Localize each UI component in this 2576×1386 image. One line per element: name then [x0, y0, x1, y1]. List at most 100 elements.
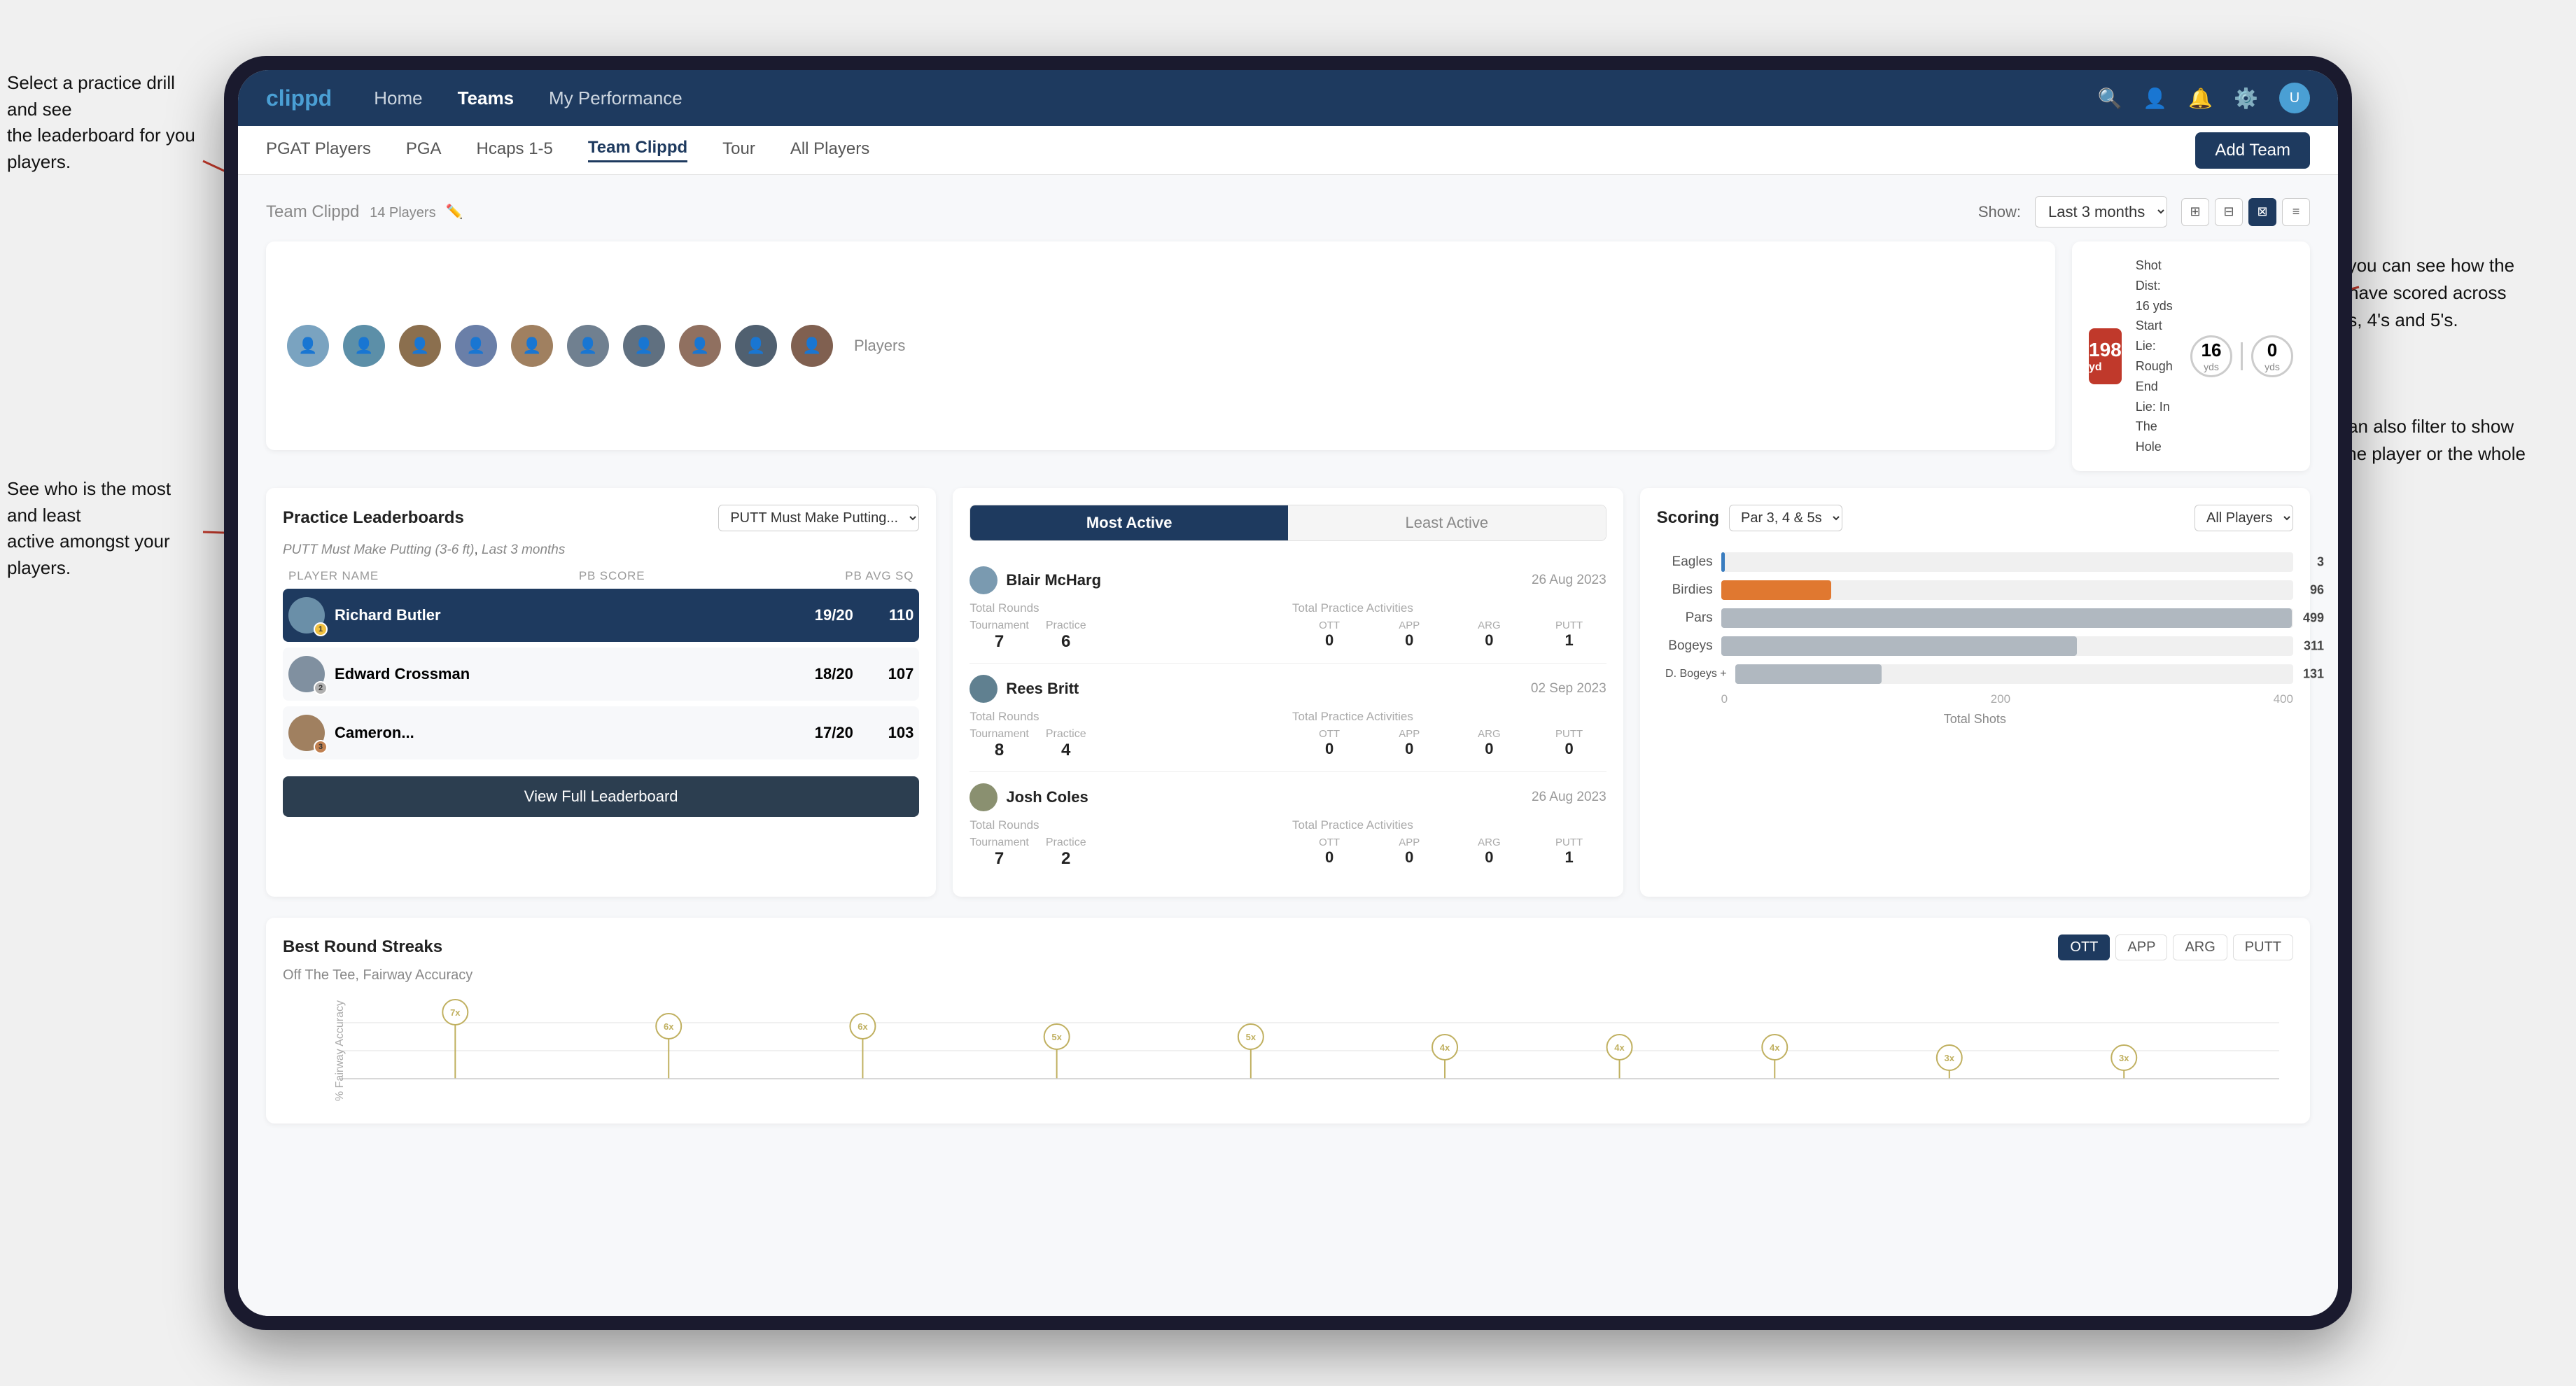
activity-player-2: Rees Britt 02 Sep 2023 Total Rounds Tour… [969, 664, 1606, 772]
view-leaderboard-button[interactable]: View Full Leaderboard [283, 776, 919, 817]
svg-text:3x: 3x [1945, 1053, 1955, 1063]
svg-text:4x: 4x [1440, 1042, 1450, 1053]
user-icon[interactable]: 👤 [2143, 87, 2167, 110]
par-filter[interactable]: Par 3, 4 & 5s [1729, 505, 1842, 531]
player-avatar-4[interactable]: 👤 [455, 325, 497, 367]
player-avatar-3[interactable]: 👤 [399, 325, 441, 367]
leaderboard-cols: PLAYER NAME PB SCORE PB AVG SQ [283, 569, 919, 583]
tab-most-active[interactable]: Most Active [970, 505, 1288, 540]
show-label: Show: [1978, 203, 2021, 221]
practice-activities-label: Total Practice Activities [1292, 601, 1606, 615]
col-score: PB SCORE [579, 569, 645, 583]
view-list[interactable]: ≡ [2282, 198, 2310, 226]
practice-col-2: Practice 4 [1046, 728, 1086, 760]
arg-col: ARG 0 [1452, 620, 1526, 650]
bar-row-eagles: Eagles 3 [1657, 552, 2293, 572]
leaderboard-row-2[interactable]: 2 Edward Crossman 18/20 107 [283, 648, 919, 701]
filter-ott[interactable]: OTT [2058, 934, 2110, 960]
nav-link-performance[interactable]: My Performance [549, 88, 682, 109]
shot-image: 198 yd [2089, 328, 2122, 384]
total-shots-label: Total Shots [1657, 712, 2293, 727]
subnav-pga[interactable]: PGA [406, 139, 442, 162]
add-team-button[interactable]: Add Team [2195, 132, 2310, 169]
bar-track-pars: 499 [1721, 608, 2293, 628]
col-avg: PB AVG SQ [845, 569, 913, 583]
bell-icon[interactable]: 🔔 [2188, 87, 2213, 110]
bronze-badge: 3 [314, 740, 328, 754]
bar-fill-bogeys [1721, 636, 2077, 656]
activity-card: Most Active Least Active Blair McHarg 26… [953, 488, 1623, 897]
activity-player-2-date: 02 Sep 2023 [1531, 681, 1606, 696]
streaks-chart-container: 7x 6x 6x 5x [339, 995, 2279, 1107]
subnav-all-players[interactable]: All Players [790, 139, 869, 162]
player-avatar-2[interactable]: 👤 [343, 325, 385, 367]
player-avatar-5[interactable]: 👤 [511, 325, 553, 367]
player-avatar-6[interactable]: 👤 [567, 325, 609, 367]
leaderboard-row-1[interactable]: 1 Richard Butler 19/20 110 [283, 589, 919, 642]
nav-link-teams[interactable]: Teams [458, 88, 514, 109]
edit-icon[interactable]: ✏️ [446, 203, 463, 220]
svg-text:7x: 7x [450, 1007, 461, 1018]
tablet-screen: clippd Home Teams My Performance 🔍 👤 🔔 ⚙… [238, 70, 2338, 1316]
shot-circles: 16 yds 0 yds [2190, 335, 2293, 377]
player-avatar-8[interactable]: 👤 [679, 325, 721, 367]
leaderboard-row-3[interactable]: 3 Cameron... 17/20 103 [283, 706, 919, 760]
players-row: 👤 👤 👤 👤 👤 👤 👤 👤 👤 👤 Players [266, 241, 2055, 450]
ott-col-3: OTT 0 [1292, 836, 1366, 867]
filter-arg[interactable]: ARG [2173, 934, 2227, 960]
subnav-hcaps[interactable]: Hcaps 1-5 [477, 139, 553, 162]
bar-track-bogeys: 311 [1721, 636, 2293, 656]
practice-col-3: Practice 2 [1046, 836, 1086, 869]
total-rounds-group-3: Total Rounds Tournament 7 Practice 2 [969, 818, 1284, 869]
player-1-name: Richard Butler [335, 606, 796, 624]
drill-subtitle: PUTT Must Make Putting (3-6 ft), Last 3 … [283, 542, 919, 558]
show-select[interactable]: Last 3 months [2035, 196, 2167, 227]
total-rounds-values: Tournament 7 Practice 6 [969, 620, 1284, 652]
bar-label-pars: Pars [1657, 610, 1713, 626]
filter-putt[interactable]: PUTT [2233, 934, 2293, 960]
svg-text:3x: 3x [2119, 1053, 2129, 1063]
player-avatar-10[interactable]: 👤 [791, 325, 833, 367]
bar-fill-dbogeys [1735, 664, 1882, 684]
subnav-tour[interactable]: Tour [722, 139, 755, 162]
subnav: PGAT Players PGA Hcaps 1-5 Team Clippd T… [238, 126, 2338, 175]
streaks-filters: OTT APP ARG PUTT [2058, 934, 2293, 960]
avatar[interactable]: U [2279, 83, 2310, 113]
activity-player-2-header: Rees Britt 02 Sep 2023 [969, 675, 1606, 703]
tablet-frame: clippd Home Teams My Performance 🔍 👤 🔔 ⚙… [224, 56, 2352, 1330]
bar-label-eagles: Eagles [1657, 554, 1713, 570]
arg-col-3: ARG 0 [1452, 836, 1526, 867]
view-grid-small[interactable]: ⊞ [2181, 198, 2209, 226]
svg-text:4x: 4x [1770, 1042, 1780, 1053]
view-grid-large[interactable]: ⊠ [2248, 198, 2276, 226]
settings-icon[interactable]: ⚙️ [2234, 87, 2258, 110]
app-col: APP 0 [1372, 620, 1446, 650]
players-filter[interactable]: All Players [2194, 505, 2293, 531]
bar-track-dbogeys: 131 [1735, 664, 2293, 684]
shot-circle-left: 16 yds [2190, 335, 2232, 377]
filter-app[interactable]: APP [2115, 934, 2167, 960]
app-col-3: APP 0 [1372, 836, 1446, 867]
player-avatar-9[interactable]: 👤 [735, 325, 777, 367]
activity-player-3: Josh Coles 26 Aug 2023 Total Rounds Tour… [969, 772, 1606, 880]
putt-col-3: PUTT 1 [1532, 836, 1606, 867]
subnav-team-clippd[interactable]: Team Clippd [588, 138, 687, 162]
tab-least-active[interactable]: Least Active [1288, 505, 1606, 540]
bar-fill-eagles [1721, 552, 1725, 572]
activity-player-1: Blair McHarg 26 Aug 2023 Total Rounds To… [969, 555, 1606, 664]
streaks-section: Best Round Streaks OTT APP ARG PUTT Off … [266, 918, 2310, 1124]
bar-label-bogeys: Bogeys [1657, 638, 1713, 654]
tournament-col: Tournament 7 [969, 620, 1029, 652]
shot-circle-right: 0 yds [2251, 335, 2293, 377]
player-avatar-1[interactable]: 👤 [287, 325, 329, 367]
search-icon[interactable]: 🔍 [2098, 87, 2122, 110]
total-rounds-group: Total Rounds Tournament 7 Practice 6 [969, 601, 1284, 652]
activity-player-2-stats: Total Rounds Tournament 8 Practice 4 [969, 710, 1606, 760]
nav-link-home[interactable]: Home [374, 88, 422, 109]
bar-value-eagles: 3 [2317, 554, 2324, 569]
drill-select[interactable]: PUTT Must Make Putting... [718, 505, 919, 531]
subnav-pgat[interactable]: PGAT Players [266, 139, 371, 162]
bar-value-bogeys: 311 [2304, 638, 2324, 653]
view-grid-medium[interactable]: ⊟ [2215, 198, 2243, 226]
player-avatar-7[interactable]: 👤 [623, 325, 665, 367]
